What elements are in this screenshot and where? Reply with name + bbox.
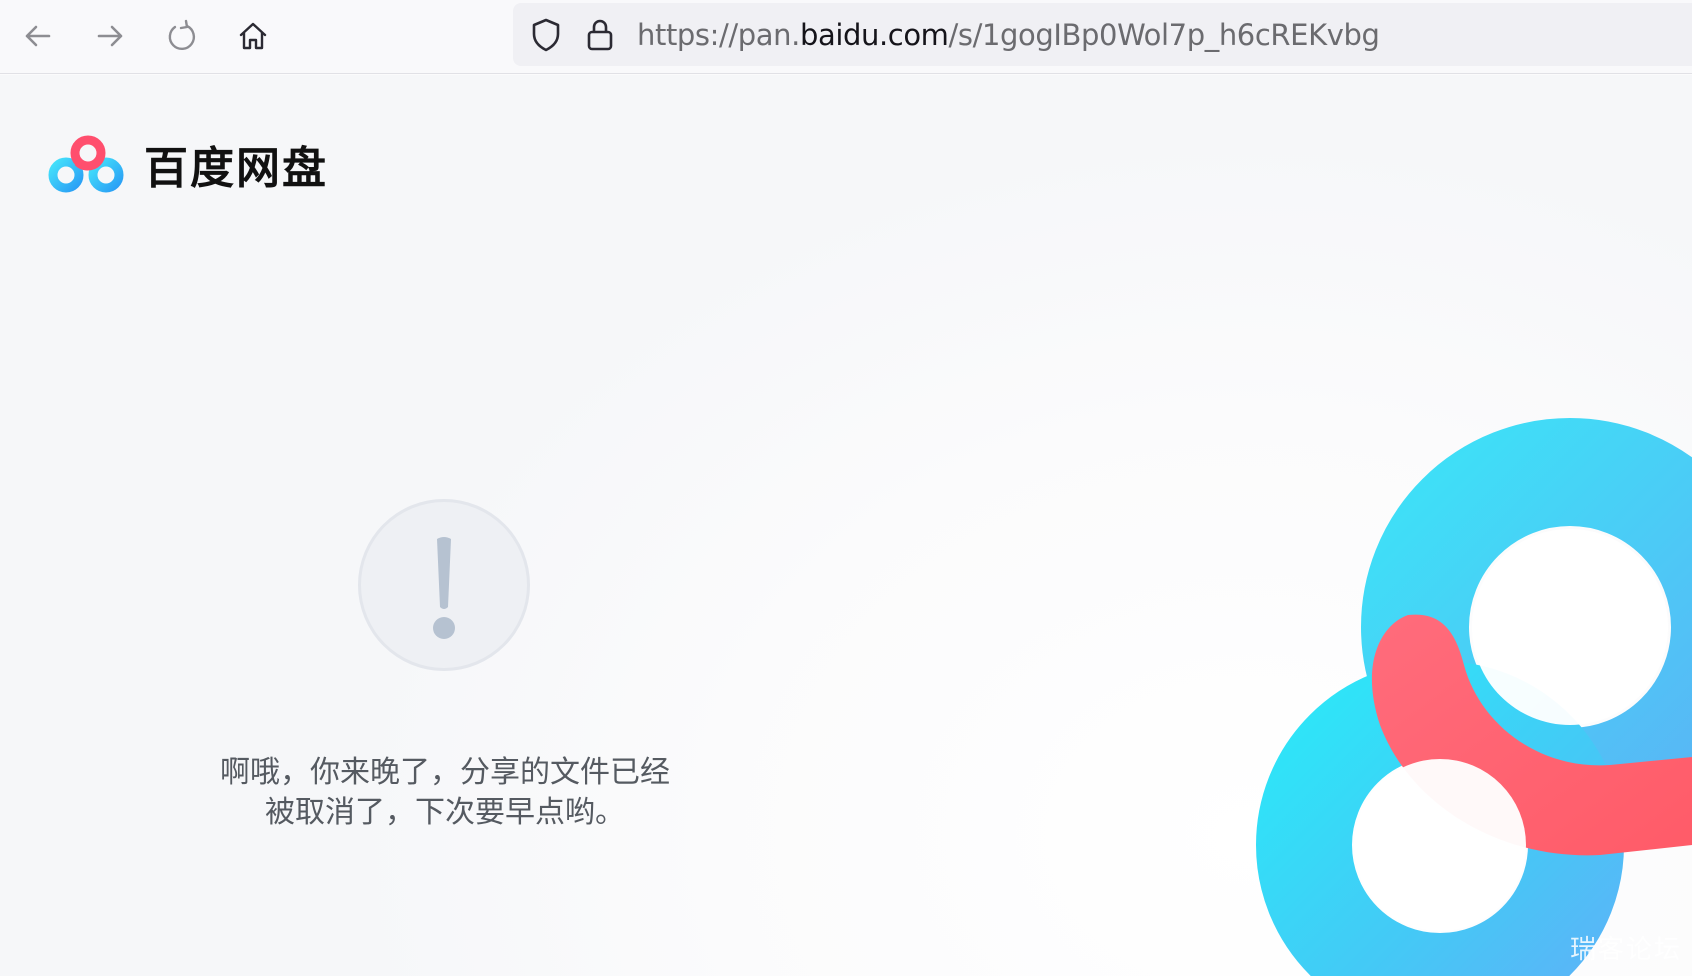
address-bar[interactable]: https://pan.baidu.com/s/1gogIBp0Wol7p_h6… <box>513 3 1692 66</box>
shield-icon[interactable] <box>529 17 563 53</box>
forward-button[interactable] <box>88 14 132 58</box>
url-text[interactable]: https://pan.baidu.com/s/1gogIBp0Wol7p_h6… <box>637 18 1380 52</box>
baidu-netdisk-logo-icon <box>48 135 124 193</box>
lock-icon[interactable] <box>585 17 615 53</box>
home-icon <box>239 22 267 50</box>
url-prefix: https://pan. <box>637 18 800 52</box>
error-message-line2: 被取消了，下次要早点哟。 <box>265 795 625 830</box>
url-domain: baidu.com <box>799 18 949 52</box>
decorative-logo-graphic <box>1256 418 1692 976</box>
reload-button[interactable] <box>160 14 204 58</box>
exclamation-icon <box>433 537 455 639</box>
reload-icon <box>168 19 196 51</box>
back-button[interactable] <box>16 14 60 58</box>
arrow-right-icon <box>97 25 123 47</box>
watermark-text: 瑞客论坛 <box>1569 935 1682 965</box>
error-message-line1: 啊哦，你来晚了，分享的文件已经 <box>220 755 670 790</box>
home-button[interactable] <box>231 14 275 58</box>
error-badge <box>358 499 530 671</box>
browser-toolbar: https://pan.baidu.com/s/1gogIBp0Wol7p_h6… <box>0 0 1692 74</box>
error-message: 啊哦，你来晚了，分享的文件已经 被取消了，下次要早点哟。 <box>150 753 740 833</box>
page-content: 百度网盘 啊哦，你来晚了，分享的文件已经 被取消了，下次要早点哟。 瑞客论坛 <box>0 75 1692 976</box>
brand-name: 百度网盘 <box>144 143 328 194</box>
arrow-left-icon <box>25 25 51 47</box>
brand[interactable]: 百度网盘 <box>48 131 328 197</box>
url-path: /s/1gogIBp0Wol7p_h6cREKvbg <box>948 18 1380 52</box>
